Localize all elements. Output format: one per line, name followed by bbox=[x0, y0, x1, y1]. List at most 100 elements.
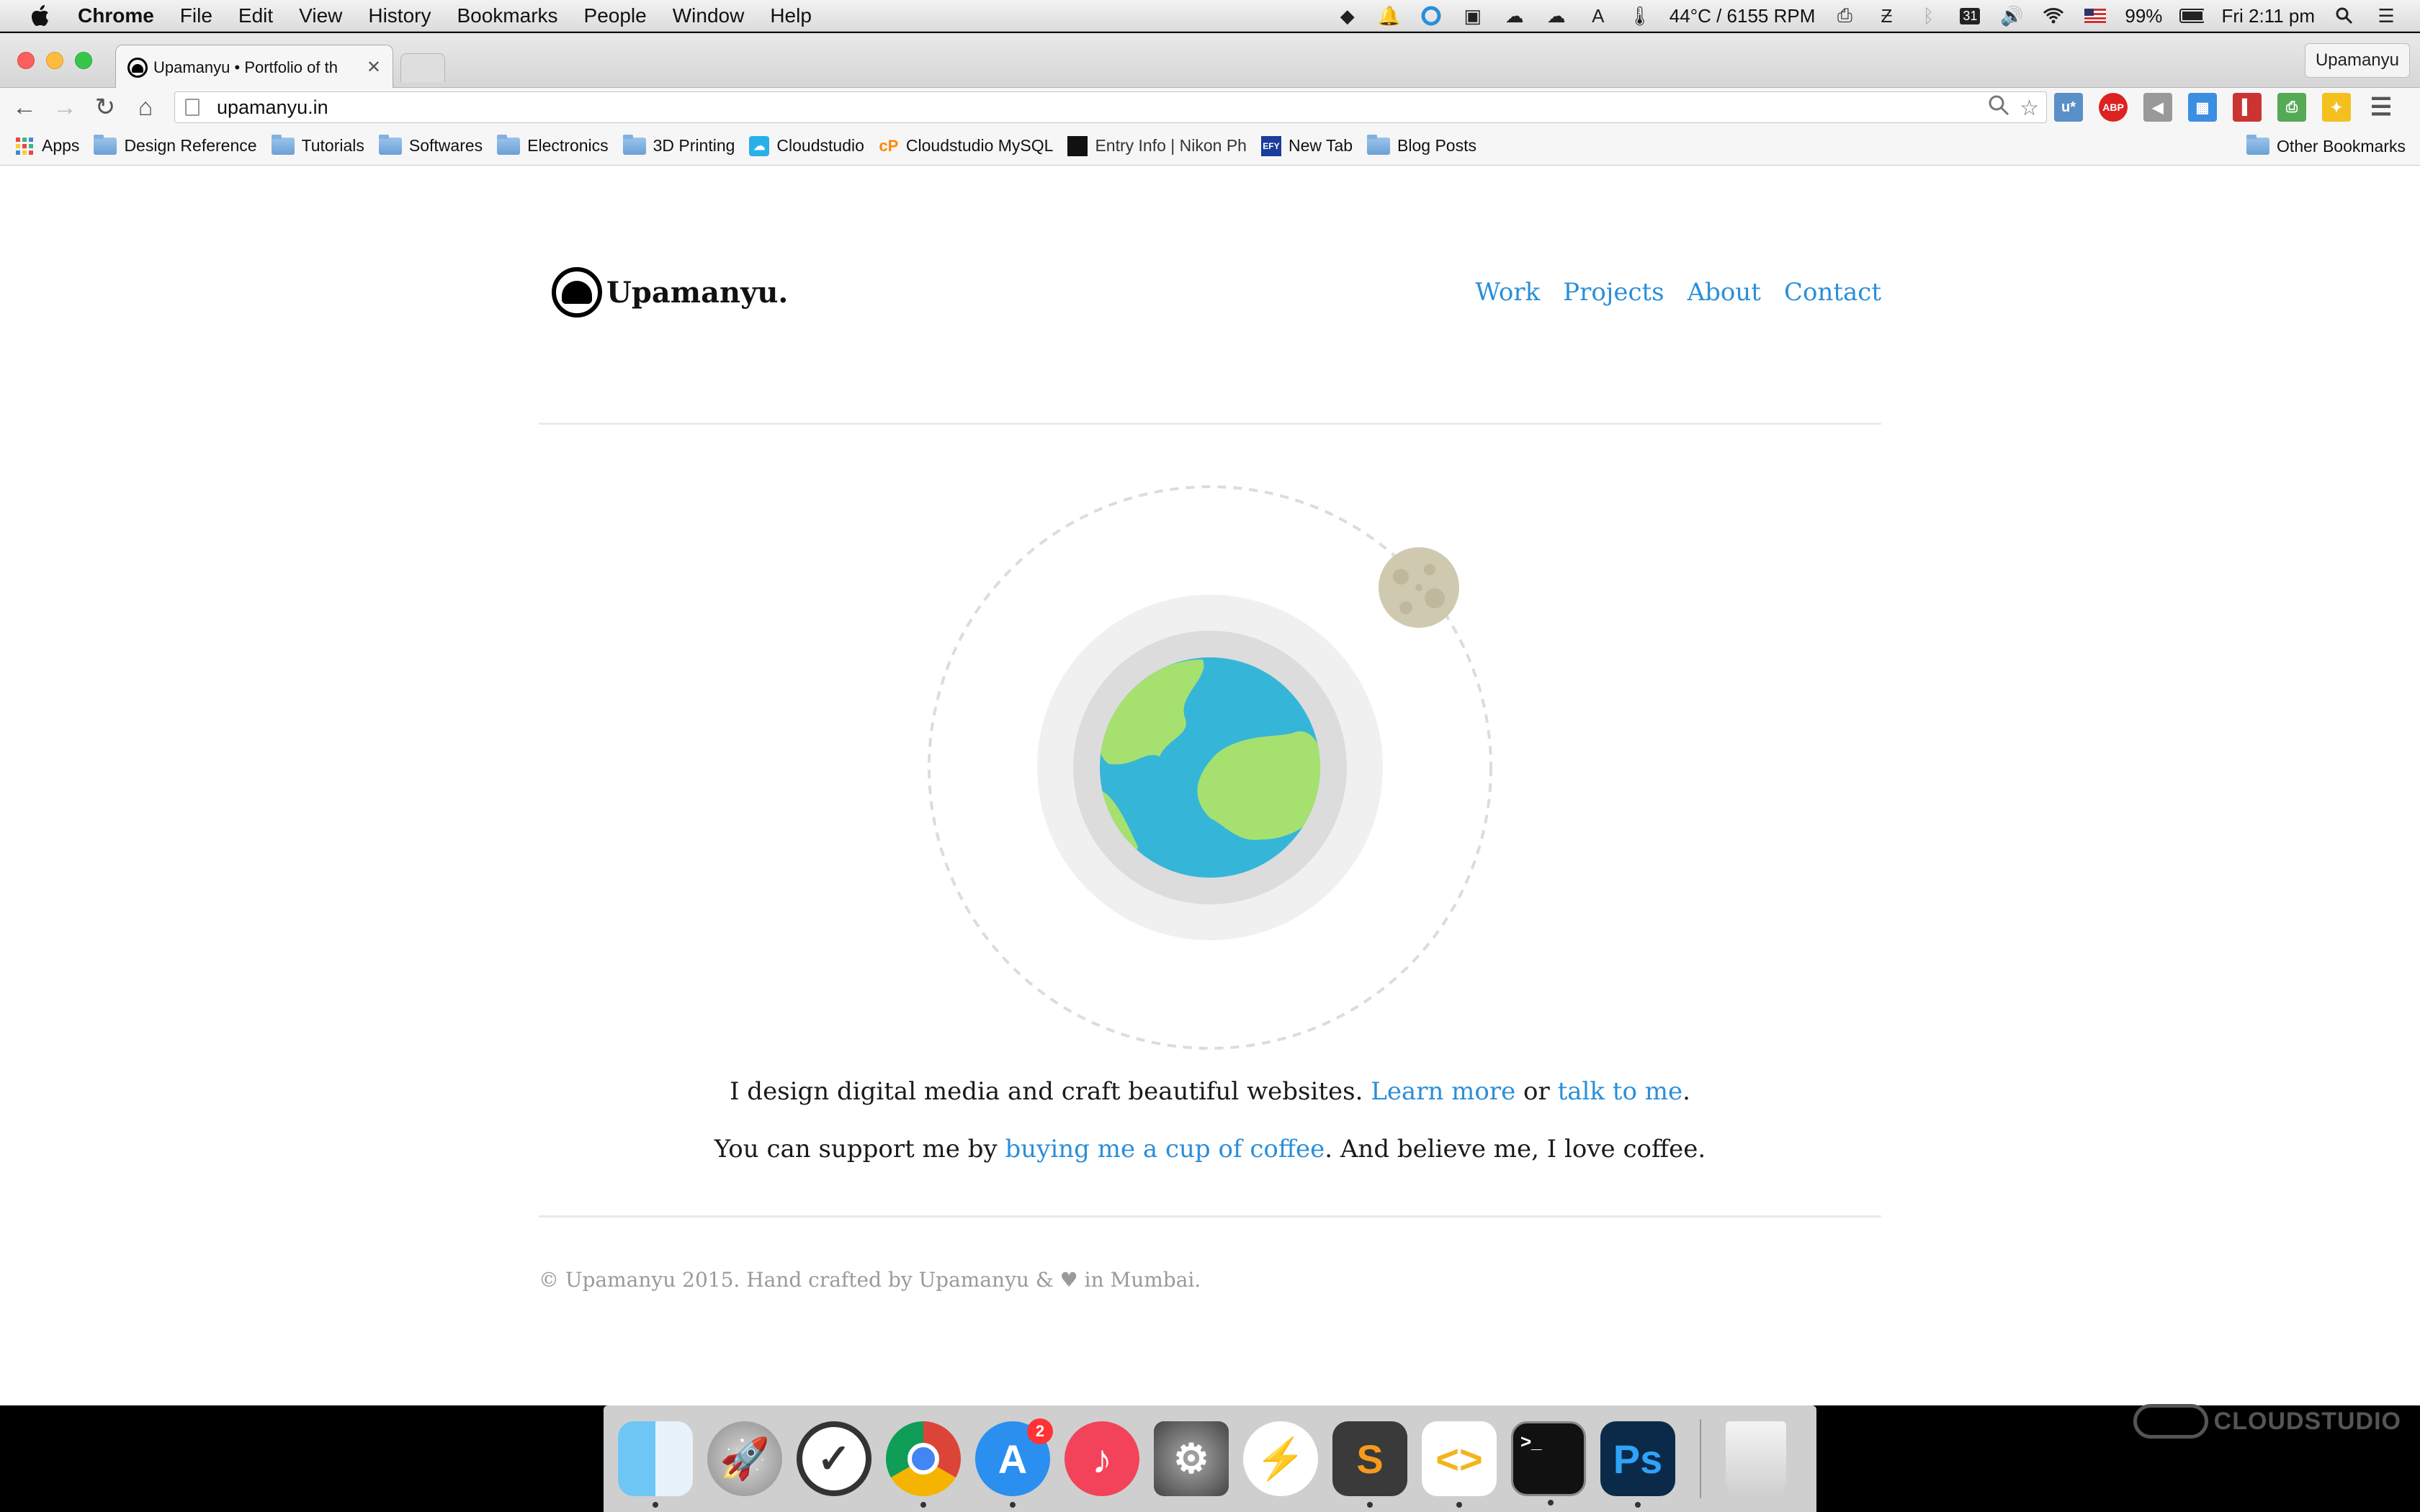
photoshop-icon[interactable]: Ps bbox=[1600, 1421, 1675, 1508]
sublime-glyph: S bbox=[1356, 1436, 1384, 1482]
zoom-search-icon[interactable] bbox=[1988, 94, 2009, 122]
print-friendly-icon[interactable]: ⎙ bbox=[2277, 93, 2306, 122]
bookmark-design-reference[interactable]: Design Reference bbox=[94, 134, 257, 156]
bluetooth-icon[interactable]: ᛒ bbox=[1916, 5, 1940, 27]
menu-edit[interactable]: Edit bbox=[238, 4, 273, 27]
notification-center-icon[interactable]: ☰ bbox=[2374, 5, 2398, 27]
buy-coffee-link[interactable]: buying me a cup of coffee bbox=[1005, 1135, 1325, 1164]
system-preferences-icon[interactable]: ⚙ bbox=[1154, 1421, 1229, 1496]
app-store-icon[interactable]: A2 bbox=[975, 1418, 1053, 1508]
browser-toolbar: ← → ↻ ⌂ upamanyu.in ☆ u* ABP ◀ ▦ ▌ ⎙ ✦ ☰ bbox=[0, 88, 2420, 127]
book-extension-icon[interactable]: ▌ bbox=[2233, 93, 2262, 122]
menu-window[interactable]: Window bbox=[673, 4, 745, 27]
menu-chrome[interactable]: Chrome bbox=[78, 4, 154, 27]
printer-icon[interactable]: ⎙ bbox=[1832, 4, 1857, 27]
nav-link-projects[interactable]: Projects bbox=[1563, 278, 1664, 307]
tab-upamanyu[interactable]: Upamanyu • Portfolio of th ✕ bbox=[115, 45, 393, 89]
tab-close-icon[interactable]: ✕ bbox=[367, 57, 381, 78]
menu-file[interactable]: File bbox=[180, 4, 212, 27]
intro-text: . And believe me, I love coffee. bbox=[1325, 1135, 1706, 1164]
dropbox-icon[interactable]: ◆ bbox=[1335, 5, 1360, 27]
new-tab-button[interactable] bbox=[400, 53, 445, 82]
terminal-icon[interactable]: >_ bbox=[1511, 1421, 1586, 1506]
menu-history[interactable]: History bbox=[368, 4, 431, 27]
trash-icon[interactable] bbox=[1726, 1421, 1786, 1496]
bookmark-label: Design Reference bbox=[124, 136, 257, 155]
nav-link-contact[interactable]: Contact bbox=[1784, 278, 1881, 307]
window-zoom-button[interactable] bbox=[75, 52, 92, 69]
intro-line-2: You can support me by buying me a cup of… bbox=[539, 1135, 1881, 1164]
bookmark-apps[interactable]: Apps bbox=[14, 136, 79, 156]
spotlight-search-icon[interactable] bbox=[2332, 5, 2357, 27]
bookmark-label: Cloudstudio bbox=[776, 136, 864, 155]
home-icon[interactable]: ⌂ bbox=[130, 91, 161, 123]
battery-percent[interactable]: 99% bbox=[2125, 5, 2162, 27]
bookmark-new-tab[interactable]: EFY New Tab bbox=[1260, 135, 1353, 156]
finder-icon[interactable] bbox=[618, 1421, 693, 1508]
url-text[interactable]: upamanyu.in bbox=[217, 96, 328, 119]
bookmark-star-icon[interactable]: ☆ bbox=[2020, 96, 2039, 121]
adblock-plus-icon[interactable]: ABP bbox=[2099, 93, 2128, 122]
coda-icon[interactable]: <> bbox=[1422, 1421, 1497, 1508]
creative-cloud-icon[interactable]: ☁ bbox=[1544, 5, 1569, 27]
window-resizer-icon[interactable]: ▦ bbox=[2188, 93, 2217, 122]
window-minimize-button[interactable] bbox=[46, 52, 63, 69]
folder-icon bbox=[271, 134, 295, 155]
wifi-icon[interactable] bbox=[2041, 5, 2066, 27]
document-icon[interactable]: ▣ bbox=[1461, 5, 1485, 27]
volume-icon[interactable]: 🔊 bbox=[1999, 5, 2024, 27]
zeplin-icon[interactable]: Ƶ bbox=[1874, 5, 1899, 27]
launchpad-icon[interactable]: 🚀 bbox=[707, 1421, 782, 1496]
bookmark-3d-printing[interactable]: 3D Printing bbox=[622, 134, 735, 156]
nav-link-about[interactable]: About bbox=[1688, 278, 1761, 307]
nav-link-work[interactable]: Work bbox=[1475, 278, 1540, 307]
ublock-icon[interactable]: u* bbox=[2054, 93, 2083, 122]
us-flag-icon[interactable] bbox=[2083, 5, 2107, 27]
calendar-icon[interactable]: 31 bbox=[1958, 5, 1982, 27]
profile-button[interactable]: Upamanyu bbox=[2304, 43, 2410, 78]
bookmark-tutorials[interactable]: Tutorials bbox=[271, 134, 364, 156]
watermark-text: CLOUDSTUDIO bbox=[2213, 1407, 2401, 1435]
terminal-glyph: >_ bbox=[1520, 1431, 1542, 1452]
bookmark-softwares[interactable]: Softwares bbox=[378, 134, 483, 156]
intro-text: . bbox=[1682, 1077, 1690, 1106]
cloud-icon[interactable]: ☁ bbox=[1502, 5, 1527, 27]
apple-menu-icon[interactable] bbox=[24, 0, 56, 32]
itunes-icon[interactable]: ♪ bbox=[1065, 1421, 1139, 1496]
site-logo[interactable]: Upamanyu. bbox=[552, 256, 788, 328]
address-bar[interactable]: upamanyu.in ☆ bbox=[174, 91, 2047, 123]
bookmark-cloudstudio[interactable]: ☁ Cloudstudio bbox=[749, 135, 864, 156]
bookmark-nikon[interactable]: Entry Info | Nikon Ph bbox=[1067, 135, 1247, 156]
messenger-icon[interactable]: ⚡ bbox=[1243, 1421, 1318, 1496]
chrome-menu-icon[interactable]: ☰ bbox=[2367, 93, 2396, 122]
sublime-text-icon[interactable]: S bbox=[1332, 1421, 1407, 1508]
temperature-fan-readout[interactable]: 44°C / 6155 RPM bbox=[1670, 5, 1816, 27]
menu-view[interactable]: View bbox=[299, 4, 342, 27]
bookmark-label: Blog Posts bbox=[1397, 136, 1476, 155]
bookmark-electronics[interactable]: Electronics bbox=[497, 134, 609, 156]
window-close-button[interactable] bbox=[17, 52, 35, 69]
bookmark-other[interactable]: Other Bookmarks bbox=[2246, 127, 2406, 166]
clock-app-icon[interactable]: ✓ bbox=[797, 1421, 871, 1496]
talk-to-me-link[interactable]: talk to me bbox=[1558, 1077, 1683, 1106]
thermometer-icon[interactable]: 🌡 bbox=[1628, 5, 1652, 27]
notification-bell-icon[interactable]: 🔔 bbox=[1377, 5, 1402, 27]
bookmark-blog-posts[interactable]: Blog Posts bbox=[1367, 134, 1476, 156]
menu-people[interactable]: People bbox=[584, 4, 647, 27]
menubar-clock[interactable]: Fri 2:11 pm bbox=[2221, 5, 2315, 27]
learn-more-link[interactable]: Learn more bbox=[1371, 1077, 1515, 1106]
reload-icon[interactable]: ↻ bbox=[89, 91, 121, 123]
sync-circle-icon[interactable] bbox=[1419, 5, 1443, 27]
bookmark-cloudstudio-mysql[interactable]: cP Cloudstudio MySQL bbox=[879, 136, 1053, 156]
chrome-dock-icon[interactable] bbox=[886, 1421, 961, 1508]
bird-extension-icon[interactable]: ✦ bbox=[2322, 93, 2351, 122]
cpanel-icon: cP bbox=[879, 136, 899, 155]
back-arrow-icon[interactable]: ← bbox=[9, 91, 40, 123]
forward-arrow-icon[interactable]: → bbox=[49, 91, 81, 123]
logo-text: Upamanyu. bbox=[606, 275, 789, 310]
menu-help[interactable]: Help bbox=[770, 4, 812, 27]
adobe-icon[interactable]: A bbox=[1586, 5, 1610, 27]
menu-bookmarks[interactable]: Bookmarks bbox=[457, 4, 557, 27]
speaker-extension-icon[interactable]: ◀ bbox=[2143, 93, 2172, 122]
battery-icon[interactable] bbox=[2179, 5, 2205, 27]
